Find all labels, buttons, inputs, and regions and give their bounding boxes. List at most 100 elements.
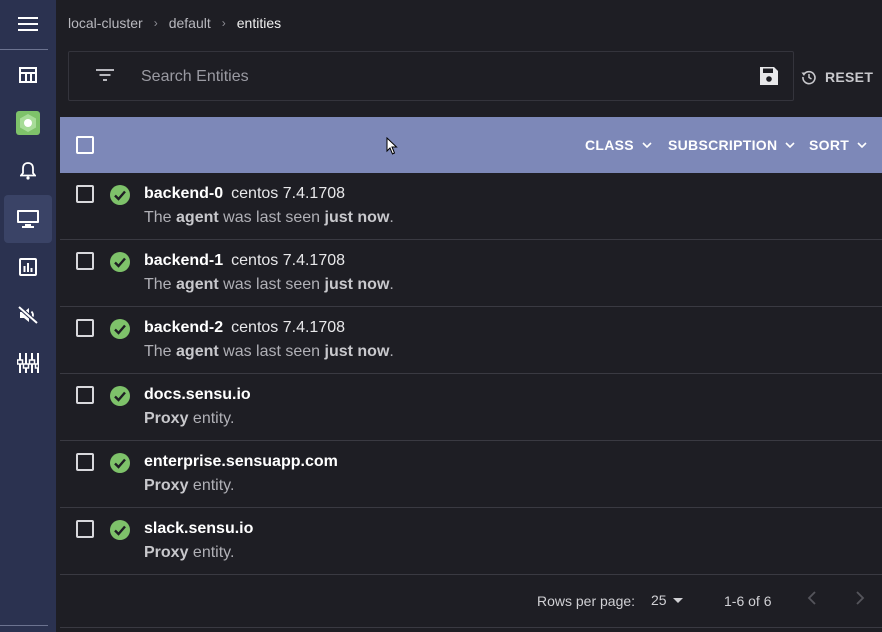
status-ok-icon [110,252,130,272]
chevron-down-icon [785,142,795,148]
sidebar-item-namespace[interactable] [4,99,52,147]
menu-icon [18,17,38,31]
status-ok-icon [110,386,130,406]
reset-button[interactable]: RESET [801,64,873,90]
sidebar-item-handlers[interactable] [4,339,52,387]
breadcrumb-cluster[interactable]: local-cluster [68,15,143,31]
table-row[interactable]: docs.sensu.io Proxy entity. [60,374,882,441]
mouse-cursor-icon [386,137,398,155]
desc-bold: agent [176,276,219,293]
entity-description: The agent was last seen just now. [144,343,394,361]
desc-text: The [144,343,177,360]
desc-text: . [389,209,394,226]
sidebar-item-silences[interactable] [4,291,52,339]
table-row[interactable]: backend-1 centos 7.4.1708 The agent was la… [60,240,882,307]
row-checkbox[interactable] [76,319,94,337]
desc-text: entity. [188,477,235,494]
rows-per-page-select[interactable]: 25 [651,592,683,608]
table-row[interactable]: backend-0 centos 7.4.1708 The agent was la… [60,173,882,240]
subscription-filter-label: SUBSCRIPTION [668,137,778,153]
status-ok-icon [110,453,130,473]
entity-title: slack.sensu.io [144,520,253,538]
desc-bold: agent [176,209,219,226]
chevron-down-icon [642,142,652,148]
entity-name[interactable]: docs.sensu.io [144,386,251,403]
class-filter-button[interactable]: CLASS [585,136,652,154]
sidebar-item-dashboard[interactable] [4,51,52,99]
search-bar [68,51,794,101]
dashboard-icon [19,67,37,83]
desc-bold: Proxy [144,477,189,494]
desc-text: was last seen [218,276,325,293]
select-all-checkbox[interactable] [76,136,94,154]
row-checkbox[interactable] [76,386,94,404]
table-row[interactable]: backend-2 centos 7.4.1708 The agent was la… [60,307,882,374]
entity-name[interactable]: slack.sensu.io [144,520,253,537]
sensu-logo-icon [16,111,40,135]
save-icon[interactable] [759,66,779,86]
sidebar [0,0,56,632]
table-toolbar: CLASS SUBSCRIPTION SORT [60,117,882,173]
chevron-right-icon[interactable] [855,591,865,605]
desc-text: The [144,209,177,226]
reset-label: RESET [825,69,874,85]
checks-chart-icon [19,258,37,276]
desc-bold: just now [324,209,390,226]
pagination-range: 1-6 of 6 [724,593,772,609]
sort-button[interactable]: SORT [809,136,867,154]
table-row[interactable]: enterprise.sensuapp.com Proxy entity. [60,441,882,508]
menu-button[interactable] [4,0,52,48]
entity-os: centos 7.4.1708 [231,185,346,202]
entity-title: enterprise.sensuapp.com [144,453,338,471]
breadcrumb: local-cluster › default › entities [68,15,281,31]
sidebar-divider-bottom [0,625,48,626]
sidebar-item-checks[interactable] [4,243,52,291]
row-checkbox[interactable] [76,185,94,203]
sort-label: SORT [809,137,850,153]
breadcrumb-separator: › [221,16,226,30]
filter-icon[interactable] [95,67,115,83]
rows-per-page-label: Rows per page: [537,593,636,609]
silences-mute-icon [18,306,38,324]
row-checkbox[interactable] [76,520,94,538]
row-checkbox[interactable] [76,252,94,270]
desc-text: was last seen [218,209,325,226]
search-input[interactable] [141,64,741,90]
caret-down-icon [672,597,683,603]
desc-bold: agent [176,343,219,360]
row-checkbox[interactable] [76,453,94,471]
desc-text: was last seen [218,343,325,360]
sidebar-item-events[interactable] [4,147,52,195]
entity-name[interactable]: backend-2 [144,319,223,336]
desc-text: . [389,276,394,293]
main-content: local-cluster › default › entities RESET [60,0,882,632]
entity-description: Proxy entity. [144,477,234,495]
breadcrumb-namespace[interactable]: default [169,15,211,31]
table-row[interactable]: slack.sensu.io Proxy entity. [60,508,882,575]
desc-text: . [389,343,394,360]
breadcrumb-separator: › [153,16,158,30]
desc-bold: Proxy [144,410,189,427]
entity-name[interactable]: backend-1 [144,252,223,269]
chevron-down-icon [857,142,867,148]
entity-title: backend-1 centos 7.4.1708 [144,252,345,270]
pagination: Rows per page: 25 1-6 of 6 [60,575,882,628]
status-ok-icon [110,185,130,205]
entities-monitor-icon [17,210,39,228]
subscription-filter-button[interactable]: SUBSCRIPTION [668,136,795,154]
entity-os: centos 7.4.1708 [231,252,346,269]
chevron-left-icon[interactable] [807,591,817,605]
breadcrumb-current: entities [236,15,282,31]
status-ok-icon [110,319,130,339]
entity-description: The agent was last seen just now. [144,276,394,294]
entity-name[interactable]: enterprise.sensuapp.com [144,453,338,470]
entity-title: backend-2 centos 7.4.1708 [144,319,345,337]
entity-title: backend-0 centos 7.4.1708 [144,185,345,203]
entity-name[interactable]: backend-0 [144,185,223,202]
desc-text: entity. [188,544,235,561]
entity-description: Proxy entity. [144,410,234,428]
handlers-equalizer-icon [17,353,39,373]
entity-description: The agent was last seen just now. [144,209,394,227]
sidebar-item-entities[interactable] [4,195,52,243]
sidebar-divider [0,49,48,50]
